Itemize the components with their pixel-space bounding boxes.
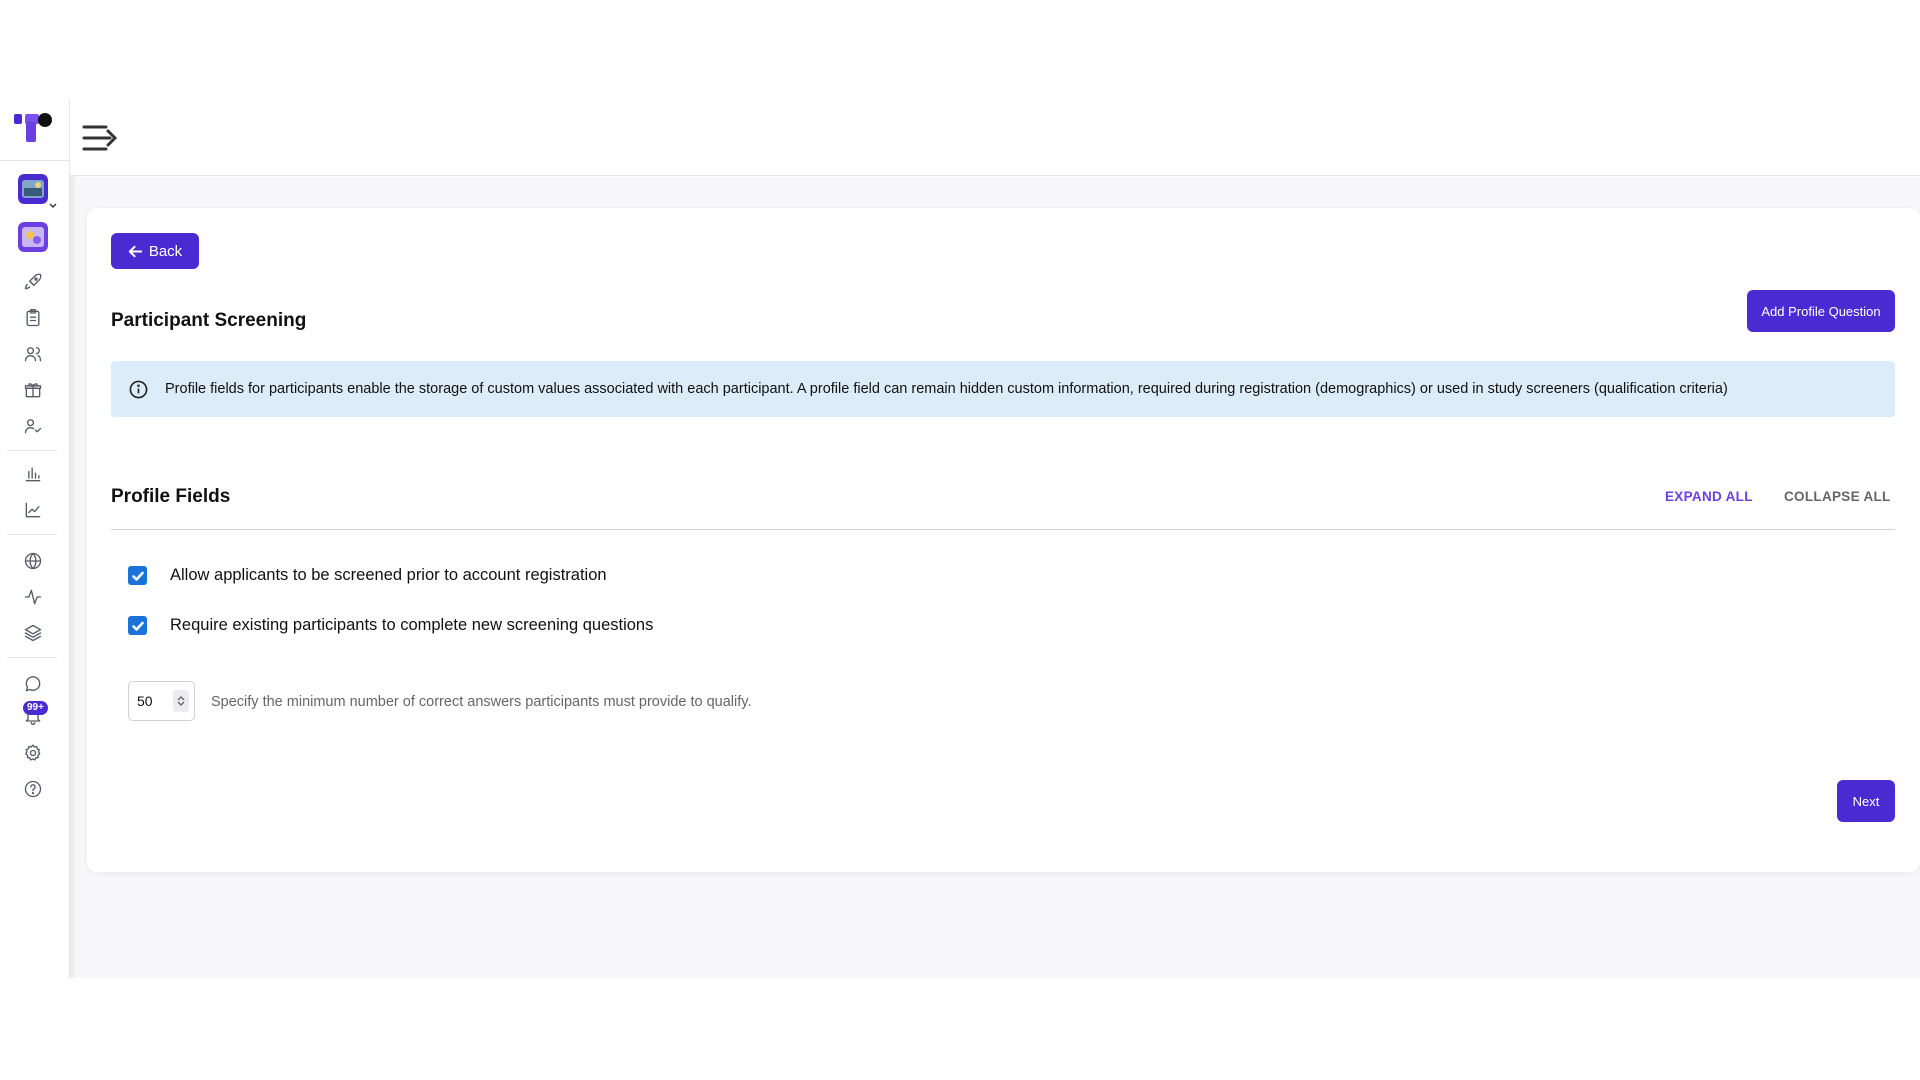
gear-icon[interactable] bbox=[22, 742, 44, 764]
info-banner: Profile fields for participants enable t… bbox=[111, 361, 1895, 417]
line-chart-icon[interactable] bbox=[22, 499, 44, 521]
sidebar-divider bbox=[7, 534, 57, 535]
screening-card: Back Participant Screening Add Profile Q… bbox=[87, 208, 1920, 872]
chevron-down-icon[interactable] bbox=[177, 701, 185, 707]
message-icon[interactable] bbox=[22, 673, 44, 695]
activity-icon[interactable] bbox=[22, 586, 44, 608]
globe-icon[interactable] bbox=[22, 550, 44, 572]
next-button[interactable]: Next bbox=[1837, 780, 1895, 822]
section-divider bbox=[111, 529, 1895, 530]
require-existing-participants-checkbox[interactable] bbox=[128, 616, 147, 635]
check-icon bbox=[131, 621, 144, 631]
option-row: Require existing participants to complet… bbox=[128, 616, 653, 635]
collapse-all-link[interactable]: COLLAPSE ALL bbox=[1784, 489, 1891, 504]
rocket-icon[interactable] bbox=[22, 271, 44, 293]
sidebar-divider bbox=[7, 657, 57, 658]
gift-icon[interactable] bbox=[22, 379, 44, 401]
app-frame: 99+ Back Participant Screening Add Profi… bbox=[0, 100, 1920, 978]
chevron-down-icon[interactable] bbox=[49, 196, 57, 214]
sidebar-divider bbox=[7, 450, 57, 451]
notification-count-badge: 99+ bbox=[23, 701, 48, 715]
layers-icon[interactable] bbox=[22, 622, 44, 644]
back-button-label: Back bbox=[148, 242, 183, 260]
sidebar-shadow bbox=[70, 176, 76, 978]
info-icon bbox=[129, 380, 148, 398]
min-correct-stepper bbox=[128, 681, 195, 721]
info-text: Profile fields for participants enable t… bbox=[165, 381, 1728, 397]
check-icon bbox=[131, 571, 144, 581]
top-header bbox=[70, 100, 1920, 176]
clipboard-icon[interactable] bbox=[22, 307, 44, 329]
stepper-arrows[interactable] bbox=[173, 690, 189, 712]
option-row: Allow applicants to be screened prior to… bbox=[128, 566, 607, 585]
arrow-left-icon bbox=[128, 245, 142, 257]
menu-expand-icon[interactable] bbox=[80, 120, 118, 156]
user-check-icon[interactable] bbox=[22, 415, 44, 437]
screen-before-registration-checkbox[interactable] bbox=[128, 566, 147, 585]
option-label: Allow applicants to be screened prior to… bbox=[170, 566, 607, 584]
users-icon[interactable] bbox=[22, 343, 44, 365]
option-label: Require existing participants to complet… bbox=[170, 616, 654, 634]
help-icon[interactable] bbox=[22, 778, 44, 800]
expand-all-link[interactable]: EXPAND ALL bbox=[1665, 489, 1753, 504]
min-correct-hint: Specify the minimum number of correct an… bbox=[211, 694, 752, 710]
min-correct-input[interactable] bbox=[137, 693, 173, 709]
project-switcher-thumbnail[interactable] bbox=[18, 174, 48, 204]
sidebar-divider bbox=[0, 160, 70, 161]
back-button[interactable]: Back bbox=[111, 233, 199, 269]
page-title: Participant Screening bbox=[111, 310, 307, 331]
brand-logo-icon[interactable] bbox=[12, 112, 56, 146]
section-title: Profile Fields bbox=[111, 486, 231, 507]
add-profile-question-button[interactable]: Add Profile Question bbox=[1747, 290, 1895, 332]
project-thumbnail[interactable] bbox=[18, 222, 48, 252]
sidebar: 99+ bbox=[0, 100, 70, 978]
bar-chart-icon[interactable] bbox=[22, 463, 44, 485]
